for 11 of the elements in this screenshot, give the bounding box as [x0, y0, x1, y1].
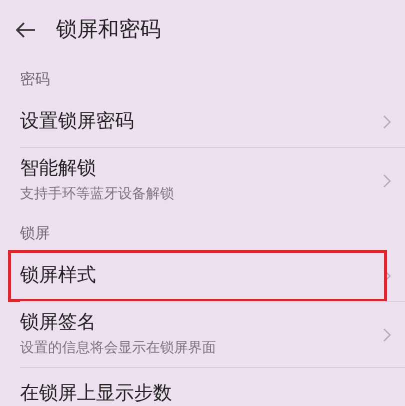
back-icon[interactable]: [16, 22, 36, 38]
setting-label[interactable]: 智能解锁: [20, 156, 383, 180]
section-header: 锁屏: [20, 222, 50, 244]
setting-label[interactable]: 在锁屏上显示步数: [20, 382, 385, 406]
setting-description: 设置的信息将会显示在锁屏界面: [20, 339, 217, 358]
setting-label[interactable]: 锁屏签名: [20, 310, 383, 334]
page-title: 锁屏和密码: [56, 16, 161, 44]
setting-description: 支持手环等蓝牙设备解锁: [20, 185, 175, 204]
section-header: 密码: [20, 68, 50, 90]
setting-label[interactable]: 锁屏样式: [20, 264, 383, 288]
setting-label[interactable]: 设置锁屏密码: [20, 110, 383, 134]
